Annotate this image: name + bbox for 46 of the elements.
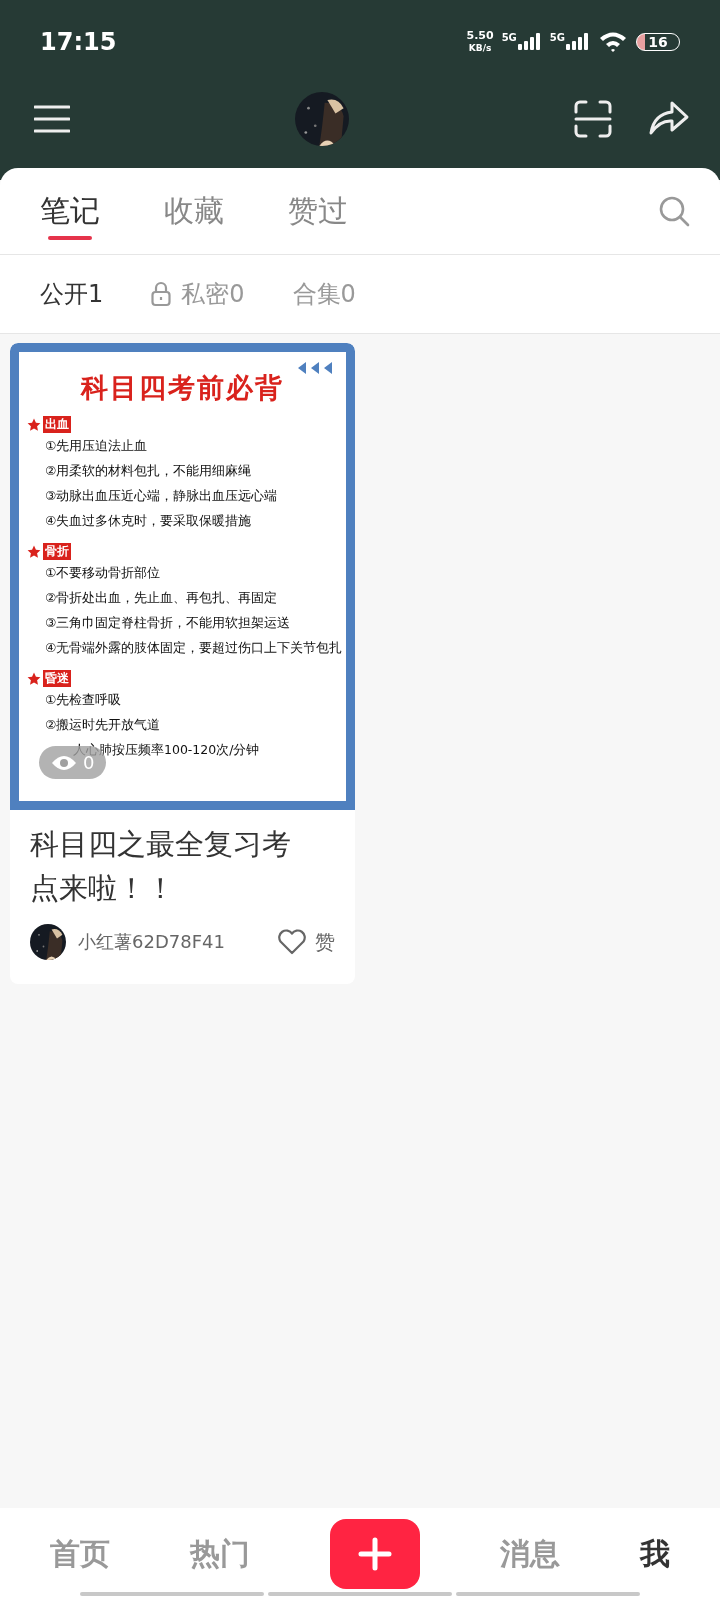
network-speed: 5.50 KB/s: [466, 30, 494, 54]
share-icon[interactable]: [648, 100, 690, 136]
author-name: 小红薯62D78F41: [78, 930, 225, 954]
cover-line: ③三角巾固定脊柱骨折，不能用软担架运送: [44, 614, 292, 632]
battery-indicator: 16: [636, 33, 680, 51]
like-button[interactable]: 赞: [277, 928, 335, 956]
cover-line: ③动脉出血压近心端，静脉出血压远心端: [44, 487, 279, 505]
status-time: 17:15: [40, 28, 117, 56]
star-icon: [27, 544, 41, 559]
arrows-icon: [298, 362, 332, 374]
cover-line: 人心肺按压频率100-120次/分钟: [72, 741, 261, 757]
menu-icon[interactable]: [34, 105, 70, 133]
section-heading: 出血: [43, 416, 71, 433]
author-avatar: [30, 924, 66, 960]
add-button[interactable]: [330, 1519, 420, 1589]
profile-tab[interactable]: 收藏: [164, 168, 224, 254]
cover-line: ①先检查呼吸: [44, 691, 123, 709]
wifi-icon: [598, 30, 628, 54]
signal-indicator: 5G: [549, 32, 590, 52]
cover-title: 科目四考前必背: [79, 371, 285, 405]
nav-tab[interactable]: 热门: [190, 1533, 250, 1575]
nav-tab[interactable]: 消息: [500, 1533, 560, 1575]
filter-tab[interactable]: 合集0: [292, 278, 356, 310]
filter-tab[interactable]: 私密0: [151, 278, 245, 310]
nav-tab[interactable]: 首页: [50, 1533, 110, 1575]
avatar: [295, 92, 349, 146]
cover-line: ④失血过多休克时，要采取保暖措施: [44, 512, 253, 530]
cover-line: ①不要移动骨折部位: [44, 564, 162, 582]
note-card[interactable]: [10, 343, 355, 984]
signal-indicator: 5G: [501, 32, 542, 52]
search-icon[interactable]: [658, 195, 690, 227]
note-title: 科目四之最全复习考点来啦！！: [29, 826, 292, 907]
profile-tab[interactable]: 笔记: [40, 168, 100, 254]
section-heading: 骨折: [43, 543, 71, 560]
cover-line: ①先用压迫法止血: [44, 437, 149, 455]
profile-tab[interactable]: 赞过: [288, 168, 348, 254]
star-icon: [27, 671, 41, 686]
scan-icon[interactable]: [574, 100, 612, 138]
nav-tab[interactable]: 我: [640, 1533, 670, 1575]
star-icon: [27, 417, 41, 432]
plus-icon: [358, 1537, 392, 1571]
section-heading: 昏迷: [43, 670, 71, 687]
cover-line: ②搬运时先开放气道: [44, 716, 162, 734]
cover-line: ②用柔软的材料包扎，不能用细麻绳: [44, 462, 253, 480]
filter-tab[interactable]: 公开1: [40, 278, 104, 310]
cover-line: ②骨折处出血，先止血、再包扎、再固定: [44, 589, 279, 607]
